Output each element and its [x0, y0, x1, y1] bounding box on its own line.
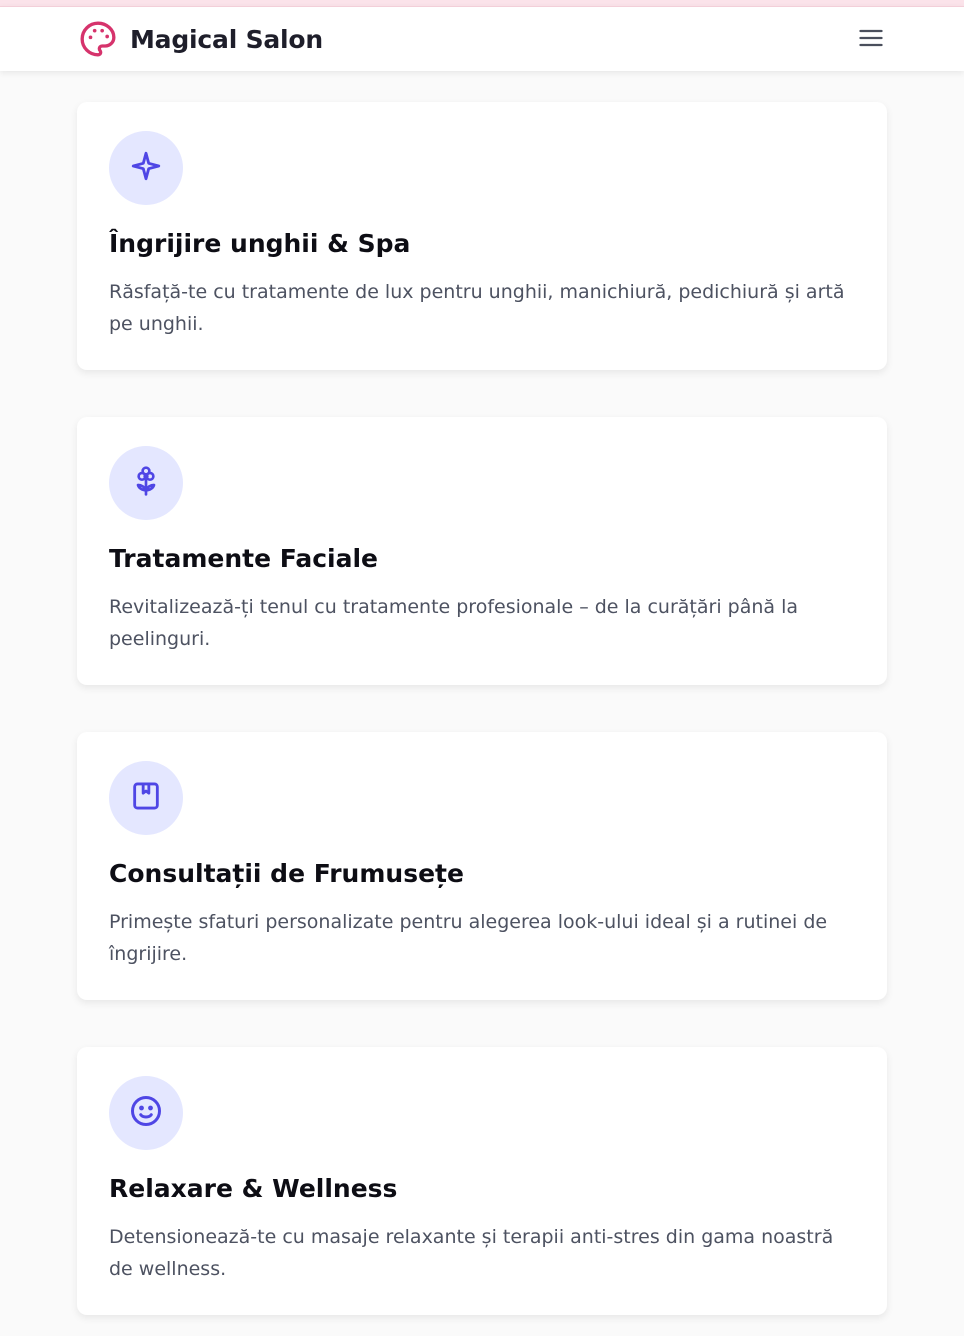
brand-link[interactable]: Magical Salon	[78, 19, 323, 59]
service-card: Relaxare & Wellness Detensionează-te cu …	[77, 1047, 887, 1315]
service-card: Consultații de Frumusețe Primește sfatur…	[77, 732, 887, 1000]
service-icon-badge	[109, 1076, 183, 1150]
service-card: Îngrijire unghii & Spa Răsfață-te cu tra…	[77, 102, 887, 370]
flower-icon	[130, 465, 162, 501]
menu-button[interactable]	[852, 23, 890, 57]
navbar: Magical Salon	[0, 6, 964, 71]
bookmark-book-icon	[129, 779, 163, 817]
service-description: Primește sfaturi personalizate pentru al…	[109, 911, 828, 965]
service-card: Tratamente Faciale Revitalizează-ți tenu…	[77, 417, 887, 685]
palette-icon	[78, 19, 118, 59]
service-icon-badge	[109, 131, 183, 205]
service-description: Revitalizează-ți tenul cu tratamente pro…	[109, 596, 799, 650]
service-icon-badge	[109, 446, 183, 520]
service-icon-badge	[109, 761, 183, 835]
sparkle-icon	[129, 149, 163, 187]
service-title: Relaxare & Wellness	[109, 1174, 398, 1203]
hamburger-menu-icon	[857, 24, 885, 56]
service-description: Detensionează-te cu masaje relaxante și …	[109, 1226, 834, 1280]
service-title: Tratamente Faciale	[109, 544, 379, 573]
service-title: Îngrijire unghii & Spa	[109, 229, 411, 258]
service-description: Răsfață-te cu tratamente de lux pentru u…	[109, 281, 845, 335]
brand-name: Magical Salon	[130, 24, 323, 54]
service-title: Consultații de Frumusețe	[109, 859, 464, 888]
smile-icon	[128, 1093, 164, 1133]
